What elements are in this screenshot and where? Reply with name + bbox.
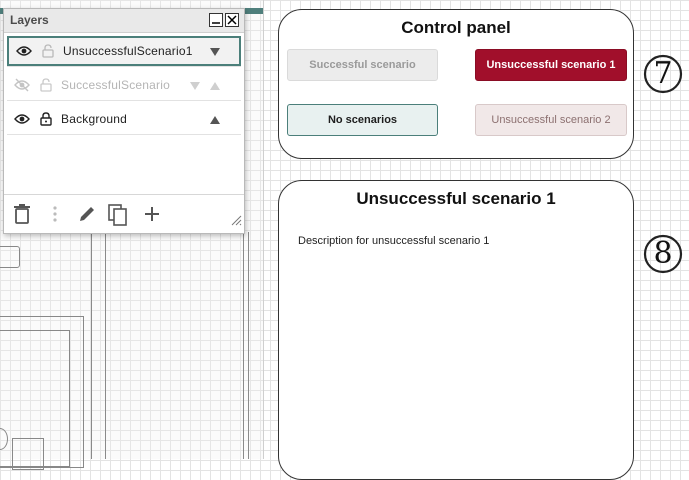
successful-scenario-button[interactable]: Successful scenario	[287, 49, 438, 81]
eye-off-icon[interactable]	[13, 76, 31, 94]
layers-panel[interactable]: Layers UnsuccessfulScenario1 SuccessfulS…	[3, 8, 245, 234]
layer-name: UnsuccessfulScenario1	[63, 44, 193, 58]
unlock-icon[interactable]	[39, 42, 57, 60]
callout-number: 8	[653, 236, 673, 271]
layer-divider	[7, 134, 241, 135]
more-vertical-icon[interactable]	[52, 204, 58, 229]
move-down-icon[interactable]	[189, 80, 201, 94]
move-up-icon[interactable]	[209, 114, 221, 128]
lock-icon[interactable]	[37, 110, 55, 128]
control-panel-title: Control panel	[401, 18, 511, 37]
diagram-shape[interactable]	[12, 438, 44, 470]
layer-divider	[7, 66, 241, 67]
layer-divider	[7, 100, 241, 101]
scenario-description: Description for unsuccessful scenario 1	[298, 235, 490, 247]
layer-row-unsuccessful-scenario-1[interactable]: UnsuccessfulScenario1	[7, 36, 241, 66]
move-up-icon[interactable]	[209, 80, 221, 94]
callout-7: 7	[641, 52, 683, 94]
diagram-shape[interactable]	[0, 246, 20, 268]
diagram-line	[248, 232, 249, 459]
eye-icon[interactable]	[13, 110, 31, 128]
unsuccessful-scenario-1-button[interactable]: Unsuccessful scenario 1	[475, 49, 627, 81]
close-button[interactable]	[225, 13, 239, 27]
layer-row-background[interactable]: Background	[7, 104, 241, 134]
plus-icon[interactable]	[144, 204, 160, 229]
unlock-icon[interactable]	[37, 76, 55, 94]
minimize-icon	[212, 22, 220, 24]
layer-name: SuccessfulScenario	[61, 78, 170, 92]
close-icon	[227, 15, 237, 25]
diagram-line	[243, 232, 244, 459]
move-down-icon[interactable]	[209, 46, 221, 60]
minimize-button[interactable]	[209, 13, 223, 27]
callout-number: 7	[653, 56, 673, 91]
callout-8: 8	[641, 232, 683, 274]
layers-toolbar	[4, 194, 244, 233]
layers-panel-header[interactable]: Layers	[4, 9, 244, 33]
no-scenarios-button[interactable]: No scenarios	[287, 104, 438, 136]
unsuccessful-scenario-2-button[interactable]: Unsuccessful scenario 2	[475, 104, 627, 136]
pencil-icon[interactable]	[77, 204, 97, 229]
scenario-panel-title: Unsuccessful scenario 1	[356, 189, 556, 208]
control-panel: Control panel Successful scenario Unsucc…	[278, 9, 634, 159]
diagram-line	[105, 232, 106, 459]
duplicate-icon[interactable]	[108, 204, 128, 231]
trash-icon[interactable]	[14, 204, 30, 229]
resize-handle-icon[interactable]	[230, 213, 242, 231]
layer-row-successful-scenario[interactable]: SuccessfulScenario	[7, 70, 241, 100]
diagram-line	[91, 232, 92, 459]
layer-name: Background	[61, 112, 128, 126]
scenario-panel: Unsuccessful scenario 1 Description for …	[278, 180, 634, 480]
eye-icon[interactable]	[15, 42, 33, 60]
layers-panel-title: Layers	[10, 13, 49, 27]
